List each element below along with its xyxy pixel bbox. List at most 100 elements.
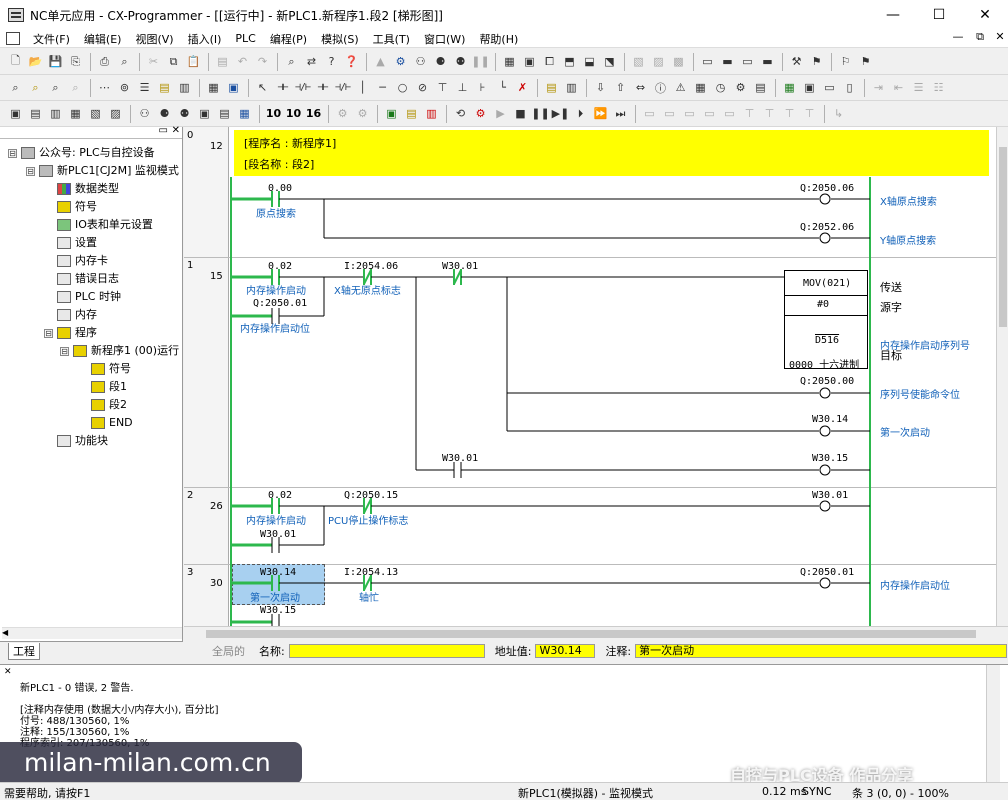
mdi-close-button[interactable]: ✕ [990,30,1008,43]
tree-item-data-types[interactable]: 数据类型 [57,181,119,197]
sim-reset-icon[interactable]: ⟲ [451,104,470,123]
pause-icon[interactable]: ❚❚ [471,52,490,71]
new-or-closed-contact-icon[interactable]: ⊣/⊢ [333,78,352,97]
address-ref-icon[interactable]: ⬔ [600,52,619,71]
tree-horizontal-scrollbar[interactable]: ◀ [2,627,182,639]
new-file-icon[interactable]: 🗋 [6,52,25,71]
debug-mode-icon[interactable]: ▦ [66,104,85,123]
save-icon[interactable]: 💾 [46,52,65,71]
print-preview-icon[interactable]: ⌕ [115,52,134,71]
help-icon[interactable]: ? [322,52,341,71]
io-table-icon[interactable]: ▦ [500,52,519,71]
sim-step-out-icon[interactable]: ⏩ [591,104,610,123]
expander-icon[interactable]: ⊟ [8,148,17,158]
menu-tools[interactable]: 工具(T) [366,31,417,47]
reset-icon[interactable]: ▤ [215,104,234,123]
tree-item-programs[interactable]: ⊟ 程序 [44,325,97,341]
menu-window[interactable]: 窗口(W) [417,31,472,47]
plc-info-icon[interactable]: ⓘ [651,78,670,97]
mov-instruction-block[interactable]: MOV(021) #0 D516 0000 十六进制 [784,270,868,371]
ladder-horizontal-scrollbar[interactable] [184,626,1008,640]
panel-close-icon[interactable]: ✕ [172,125,180,136]
address-field[interactable]: W30.14 [535,644,596,658]
ladder-vertical-scrollbar[interactable] [996,127,1008,626]
new-closed-contact-icon[interactable]: ⊣/⊢ [293,78,312,97]
outdent-icon[interactable]: ⇤ [889,78,908,97]
redo-icon[interactable]: ↷ [253,52,272,71]
tree-item-project[interactable]: ⊟ 公众号: PLC与自控设备 [8,145,155,161]
online-edit-icon[interactable]: ▤ [542,78,561,97]
zoom-fit-icon[interactable]: ⌕ [26,78,45,97]
replace-icon[interactable]: ⇄ [302,52,321,71]
zoom-out-icon[interactable]: ⌕ [46,78,65,97]
delete-icon[interactable]: ▤ [213,52,232,71]
tree-item-plc[interactable]: ⊟ 新PLC1[CJ2M] 监视模式 [26,163,179,179]
new-or-contact-icon[interactable]: ⊣⊢ [313,78,332,97]
network-icon[interactable]: ▣ [520,52,539,71]
cross-ref-icon[interactable]: ⬓ [580,52,599,71]
menu-program[interactable]: 编程(P) [263,31,314,47]
step-run-icon[interactable]: ⚇ [411,52,430,71]
expander-icon[interactable]: ⊟ [26,166,35,176]
new-closed-coil-icon[interactable]: ⊘ [413,78,432,97]
trace3-icon[interactable]: ▩ [669,52,688,71]
set-icon[interactable]: ▣ [195,104,214,123]
set-value-icon[interactable]: ▦ [235,104,254,123]
zoom-reset-icon[interactable]: ⌕ [66,78,85,97]
run-mode-icon[interactable]: ▨ [106,104,125,123]
fb-icon-7[interactable]: ⊤ [760,104,779,123]
force-off-icon[interactable]: ⚈ [155,104,174,123]
plc-memory-icon[interactable]: ▦ [691,78,710,97]
annotation-icon[interactable]: ▥ [175,78,194,97]
find-icon[interactable]: ⌕ [282,52,301,71]
trace2-icon[interactable]: ▨ [649,52,668,71]
comment-icon[interactable]: ☰ [909,78,928,97]
sim-stop-icon[interactable]: ⚙ [471,104,490,123]
rung-comments-icon[interactable]: ☰ [135,78,154,97]
grid-icon[interactable]: ⋯ [95,78,114,97]
io-comments-icon[interactable]: ▦ [204,78,223,97]
display-signed-icon[interactable]: 10 [284,104,303,123]
menu-help[interactable]: 帮助(H) [472,31,525,47]
menu-simulate[interactable]: 模拟(S) [314,31,366,47]
project-window-icon[interactable]: ▯ [840,78,859,97]
comment-field[interactable]: 第一次启动 [635,644,1008,658]
display-hex-icon[interactable]: 16 [304,104,323,123]
new-coil-icon[interactable]: ○ [393,78,412,97]
differential-monitor-icon[interactable]: ⚙ [333,104,352,123]
watch-window-icon[interactable]: ▣ [800,78,819,97]
memory-icon[interactable]: ⬒ [560,52,579,71]
sim-step-end-icon[interactable]: ⏭ [611,104,630,123]
sim-halt-icon[interactable]: ■ [511,104,530,123]
print-icon[interactable]: ⎙ [95,52,114,71]
show-comments-icon[interactable]: ⊚ [115,78,134,97]
fb-icon-10[interactable]: ↳ [829,104,848,123]
trace-icon[interactable]: ▧ [629,52,648,71]
zoom-in-icon[interactable]: ⌕ [6,78,25,97]
output-window-icon[interactable]: ▭ [820,78,839,97]
step-icon[interactable]: ⚈ [431,52,450,71]
ladder-editor[interactable]: 0 12 1 15 2 26 3 30 [程序名 : 新程序1] [段名称 : … [184,127,996,626]
switch-icon[interactable]: ⚑ [807,52,826,71]
tree-item-error-log[interactable]: 错误日志 [57,271,119,287]
tree-item-end[interactable]: END [91,415,133,431]
maximize-button[interactable]: ☐ [916,0,962,30]
line-connect-icon[interactable]: └ [493,78,512,97]
fb-icon-8[interactable]: ⊤ [780,104,799,123]
copy-icon[interactable]: ⧉ [164,52,183,71]
tree-item-symbols[interactable]: 符号 [57,199,97,215]
cut-icon[interactable]: ✂ [144,52,163,71]
sim-step-in-icon[interactable]: ⏵ [571,104,590,123]
watch-icon[interactable]: ⚐ [836,52,855,71]
nt-contact-icon[interactable]: ⊦ [473,78,492,97]
auto-online-icon[interactable]: ▤ [26,104,45,123]
expander-icon[interactable]: ⊟ [60,346,69,356]
cross-ref-window-icon[interactable]: ▦ [780,78,799,97]
tree-item-io-table[interactable]: IO表和单元设置 [57,217,153,233]
minimize-button[interactable]: — [870,0,916,30]
paste-icon[interactable]: 📋 [184,52,203,71]
uncomment-icon[interactable]: ☷ [929,78,948,97]
transfer-to-plc-icon[interactable]: ⇩ [591,78,610,97]
indent-icon[interactable]: ⇥ [869,78,888,97]
fb-icon-5[interactable]: ▭ [720,104,739,123]
